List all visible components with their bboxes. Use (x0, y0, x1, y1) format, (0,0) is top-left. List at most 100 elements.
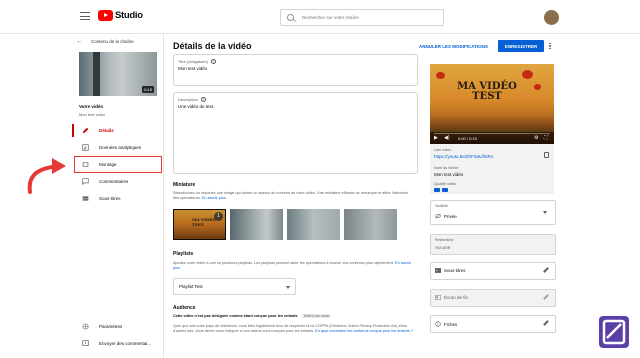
sidebar-item-settings[interactable]: Paramètres (66, 318, 164, 335)
help-icon[interactable]: ? (201, 97, 207, 102)
play-icon[interactable]: ▶ (434, 135, 438, 141)
feedback-icon (82, 340, 89, 346)
search-input[interactable] (302, 15, 422, 20)
filename-label: Nom du fichier (434, 166, 459, 170)
video-duration: 0:15 (142, 86, 154, 93)
audience-status: Cette vidéo n'est pas désignée comme éta… (173, 314, 413, 319)
title-value[interactable]: Mon test vidéo (178, 66, 207, 71)
back-arrow-icon: ← (76, 38, 83, 45)
sidebar: ← Contenu de la chaîne 0:15 Votre vidéo … (66, 34, 164, 358)
top-bar: Studio (0, 0, 640, 34)
restrictions-box: Restrictions Aucune (430, 234, 556, 255)
sidebar-item-label: Paramètres (99, 324, 123, 329)
gear-icon (82, 323, 89, 330)
sidebar-item-label: Montage (99, 162, 117, 167)
logo-text: Studio (115, 10, 143, 21)
description-value[interactable]: Une vidéo de test. (178, 104, 214, 109)
thumbnail-badge[interactable]: 1 (214, 212, 223, 221)
copy-icon[interactable] (544, 152, 549, 158)
video-player[interactable]: MA VIDÉO TEST ▶ ◀) 0:00 / 0:15 ⚙ ⛶ (430, 64, 554, 144)
thumbnail-option[interactable] (287, 209, 340, 240)
description-field[interactable]: Description ? Une vidéo de test. (173, 92, 418, 174)
end-screen-row: Écran de fin (435, 295, 468, 300)
analytics-icon (82, 144, 89, 151)
visibility-value-row: Privée (435, 213, 457, 219)
site-logo-icon (599, 316, 629, 348)
playlists-heading: Playlists (173, 251, 194, 257)
sidebar-item-details[interactable]: Détails (66, 122, 164, 139)
back-to-channel-content[interactable]: ← Contenu de la chaîne (76, 38, 134, 45)
save-button[interactable]: ENREGISTRER (498, 40, 544, 52)
thumbnail-option[interactable] (230, 209, 283, 240)
your-video-heading: Votre vidéo (79, 104, 104, 109)
studio-logo[interactable]: Studio (98, 10, 143, 21)
page-title: Détails de la vidéo (173, 41, 252, 51)
sidebar-nav: Détails Données analytiques Montage Comm… (66, 122, 164, 207)
search-bar[interactable] (280, 9, 444, 26)
sidebar-item-montage[interactable]: Montage (74, 156, 162, 173)
sidebar-item-label: Commentaires (99, 179, 129, 184)
restrictions-label: Restrictions (435, 238, 454, 242)
edit-pencil-icon (543, 294, 549, 300)
quality-badges (434, 188, 448, 192)
cards-row: Fiches (435, 321, 457, 327)
visibility-value: Privée (444, 213, 457, 219)
restrictions-value: Aucune (435, 245, 451, 250)
title-field[interactable]: Titre (obligatoire) ? Mon test vidéo (173, 54, 418, 86)
audience-status-tag: Défini par vous (301, 314, 331, 318)
sidebar-item-label: Sous-titres (99, 196, 121, 201)
preview-title-text: MA VIDÉO TEST (457, 81, 517, 102)
poppy-flower (436, 72, 445, 79)
annotation-arrow (27, 158, 66, 194)
chevron-down-icon (543, 211, 547, 214)
hamburger-menu-icon[interactable] (80, 12, 90, 20)
audience-learn-more-link[interactable]: En quoi consistent les contenus conçus p… (315, 329, 413, 333)
more-options-icon[interactable] (547, 40, 553, 52)
subtitles-icon (435, 268, 441, 273)
thumbnail-description: Sélectionnez ou importez une image qui d… (173, 191, 413, 201)
edit-pencil-icon[interactable] (543, 320, 549, 326)
playlist-select[interactable]: Playlist Test (173, 278, 296, 295)
sidebar-item-subtitles[interactable]: Sous-titres (66, 190, 164, 207)
thumbnail-option[interactable] (344, 209, 397, 240)
sidebar-item-label: Envoyer des commentai... (99, 341, 152, 346)
playlists-desc-text: Ajoutez votre vidéo à une ou plusieurs p… (173, 261, 394, 265)
audience-heading: Audience (173, 305, 196, 311)
subtitles-label: Sous-titres (444, 268, 466, 273)
sidebar-item-comments[interactable]: Commentaires (66, 173, 164, 190)
fullscreen-icon[interactable]: ⛶ (544, 135, 548, 141)
thumbnail-options: MA VIDÉO TEST 1 (173, 209, 397, 240)
film-icon (82, 162, 89, 167)
youtube-logo-icon (98, 10, 113, 21)
player-progress-bar[interactable] (434, 132, 550, 134)
thumbnail-option-custom[interactable]: MA VIDÉO TEST 1 (173, 209, 226, 240)
cancel-changes-button[interactable]: ANNULER LES MODIFICATIONS (419, 41, 488, 52)
cards-label: Fiches (444, 321, 458, 327)
visibility-label: Visibilité (435, 204, 448, 208)
cards-card[interactable]: Fiches (430, 315, 556, 333)
settings-icon[interactable]: ⚙ (534, 135, 538, 141)
video-thumbnail[interactable]: 0:15 (79, 52, 157, 96)
video-link-label: Lien vidéo (434, 148, 452, 152)
sidebar-item-label: Détails (99, 128, 114, 133)
video-link[interactable]: https://youtu.be/2hFSaUfInRo (434, 154, 493, 159)
player-time: 0:00 / 0:15 (458, 136, 477, 141)
volume-icon[interactable]: ◀) (444, 135, 450, 141)
sidebar-item-analytics[interactable]: Données analytiques (66, 139, 164, 156)
video-info-panel: Lien vidéo https://youtu.be/2hFSaUfInRo … (430, 144, 554, 194)
thumbnail-heading: Miniature (173, 182, 196, 188)
sidebar-item-feedback[interactable]: Envoyer des commentai... (66, 335, 164, 352)
thumbnail-learn-more-link[interactable]: En savoir plus (202, 196, 226, 200)
poppy-flower (522, 70, 533, 79)
subtitles-card[interactable]: Sous-titres (430, 262, 556, 280)
playlists-description: Ajoutez votre vidéo à une ou plusieurs p… (173, 261, 413, 271)
end-screen-label: Écran de fin (444, 295, 469, 300)
visibility-select[interactable]: Visibilité Privée (430, 200, 556, 225)
avatar[interactable] (544, 10, 559, 25)
sidebar-bottom-nav: Paramètres Envoyer des commentai... (66, 318, 164, 352)
audience-description: Quel que soit votre pays de résidence, v… (173, 324, 413, 334)
studio-page: Studio ← Contenu de la chaîne 0:15 Votre… (0, 0, 640, 358)
edit-pencil-icon[interactable] (543, 267, 549, 273)
description-label-text: Description (178, 97, 199, 102)
help-icon[interactable]: ? (211, 59, 217, 64)
